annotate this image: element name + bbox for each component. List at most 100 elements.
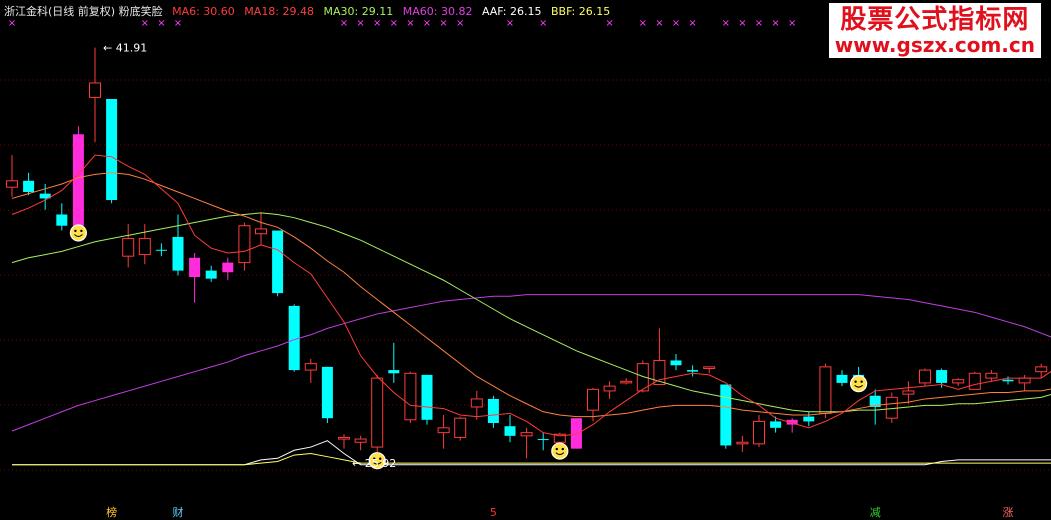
candle-body <box>587 388 599 411</box>
smiley-eye <box>74 229 77 233</box>
bbf-line <box>12 452 1051 466</box>
candle-body <box>703 366 716 369</box>
candle-body <box>189 257 201 278</box>
signal-marker: × <box>639 18 647 29</box>
indicator-legend: 浙江金科(日线 前复权) 粉底笑脸 MA6: 30.60 MA18: 29.48… <box>4 3 616 19</box>
candle-body <box>1018 377 1031 384</box>
smiley-icon <box>69 224 88 242</box>
candle-body <box>354 438 367 443</box>
candle-body <box>670 360 682 366</box>
signal-marker: × <box>340 18 348 29</box>
candle-body <box>1002 379 1014 382</box>
candle-body <box>138 238 151 256</box>
candle-body <box>687 370 699 372</box>
price-annotation: ← 25.92 <box>352 457 396 470</box>
signal-marker: × <box>8 18 16 29</box>
candle-body <box>222 262 234 273</box>
signal-marker: × <box>390 18 398 29</box>
candle-body <box>819 366 832 414</box>
candle-body <box>936 370 948 383</box>
candle-body <box>985 372 998 379</box>
candle-body <box>321 366 333 419</box>
legend-aaf: AAF: 26.15 <box>481 5 542 18</box>
signal-marker: × <box>406 18 414 29</box>
bottom-label: 榜 <box>106 505 117 519</box>
smiley-eye <box>561 447 564 451</box>
candle-body <box>770 421 782 428</box>
signal-marker: × <box>722 18 730 29</box>
legend-bbf: BBF: 26.15 <box>550 5 611 18</box>
candle-body <box>537 439 549 441</box>
candle-body <box>520 432 533 437</box>
signal-marker: × <box>356 18 364 29</box>
signal-marker: × <box>672 18 680 29</box>
candle-body <box>603 385 616 392</box>
watermark-title: 股票公式指标网 <box>840 5 1030 35</box>
bottom-label: 涨 <box>1003 506 1014 519</box>
watermark-url: www.gszx.com.cn <box>834 33 1035 57</box>
signal-marker: × <box>506 18 514 29</box>
candle-body <box>404 372 417 421</box>
smiley-icon <box>849 375 868 393</box>
legend-ma6: MA6: 30.60 <box>172 5 235 18</box>
candle-body <box>255 228 267 235</box>
candle-body <box>72 134 84 226</box>
candle-body <box>620 380 633 384</box>
candle-body <box>172 236 184 271</box>
candle-body <box>720 384 732 446</box>
price-annotation: ← 41.91 <box>103 42 147 55</box>
stock-title: 浙江金科(日线 前复权) 粉底笑脸 <box>4 5 163 18</box>
legend-ma60: MA60: 30.82 <box>402 5 473 18</box>
signal-marker: × <box>141 18 149 29</box>
candle-body <box>968 372 981 390</box>
candle-body <box>6 180 18 188</box>
candle-body <box>304 363 317 371</box>
candle-body <box>89 82 101 98</box>
signal-marker: × <box>738 18 746 29</box>
candle-body <box>205 270 217 279</box>
smiley-eye <box>860 380 863 383</box>
signal-marker: × <box>755 18 763 29</box>
candlestick-chart[interactable]: × × × × × × × × × × × × × × × × × × × × × × × × ← 41.91 ← 25.92 榜 财… <box>0 0 1051 520</box>
candle-body <box>736 441 749 445</box>
bottom-label: 减 <box>870 506 881 519</box>
candle-body <box>23 180 35 193</box>
candle-body <box>421 374 433 420</box>
signal-marker: × <box>788 18 796 29</box>
watermark-logo: 股票公式指标网 www.gszx.com.cn <box>828 3 1041 58</box>
bottom-label: 财 <box>173 505 184 519</box>
smiley-eye <box>854 380 857 383</box>
signal-marker: × <box>157 18 165 29</box>
signal-marker: × <box>605 18 613 29</box>
candle-body <box>1035 366 1048 373</box>
candle-body <box>122 238 135 257</box>
aaf-line <box>12 440 1051 466</box>
candle-body <box>238 225 251 264</box>
candle-body <box>504 426 516 436</box>
candle-body <box>952 379 965 384</box>
smiley-eye <box>555 447 558 451</box>
candle-body <box>371 377 384 448</box>
candle-body <box>919 369 931 384</box>
ma30-line <box>11 212 1051 413</box>
candle-body <box>106 98 118 201</box>
candle-body <box>454 417 467 438</box>
signal-marker: × <box>688 18 696 29</box>
candle-body <box>272 230 284 294</box>
signal-marker: × <box>655 18 663 29</box>
signal-marker: × <box>423 18 431 29</box>
candle-body <box>338 436 350 440</box>
legend-ma18: MA18: 29.48 <box>244 5 315 18</box>
candle-body <box>437 427 450 434</box>
ma6-line <box>11 154 1051 437</box>
signal-marker: × <box>174 18 182 29</box>
signal-marker: × <box>439 18 447 29</box>
smiley-icon <box>551 442 569 460</box>
candle-body <box>836 374 848 383</box>
candle-body <box>388 370 400 374</box>
candle-body <box>155 249 167 251</box>
candle-body <box>470 398 483 408</box>
smiley-eye <box>80 229 83 233</box>
candle-body <box>56 214 68 226</box>
candle-body <box>753 420 765 445</box>
